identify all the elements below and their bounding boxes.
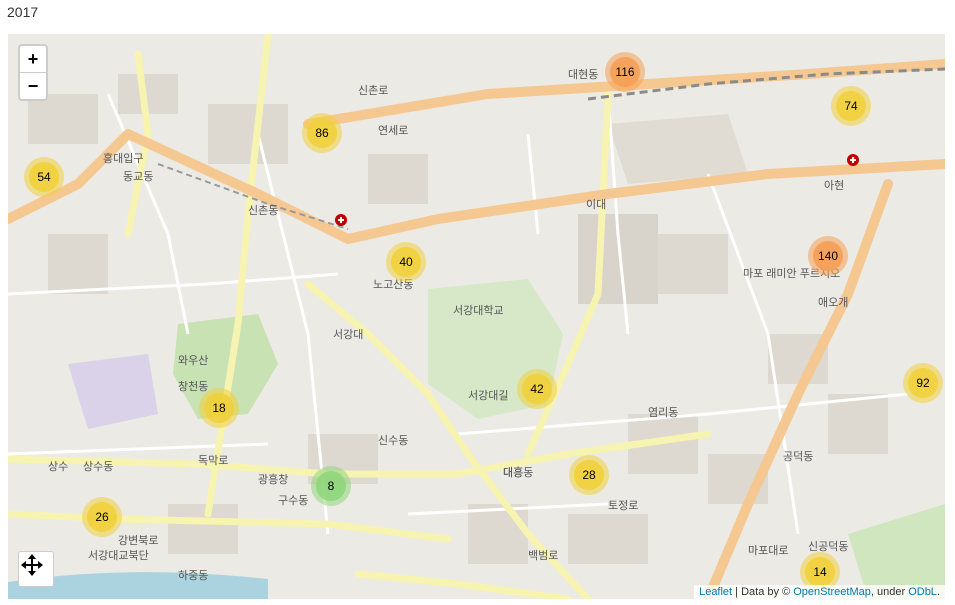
cluster-count: 74: [844, 99, 858, 113]
map-tiles: 대현동신촌로연세로신촌동홍대입구동교동이대아현노고산동서강대학교서강대창천동염리…: [8, 34, 945, 599]
move-arrows-icon: [21, 554, 43, 576]
place-label: 대현동: [568, 68, 598, 81]
place-label: 아현: [824, 179, 844, 192]
place-label: 창천동: [178, 379, 208, 393]
place-label: 애오개: [818, 296, 848, 309]
cluster-count: 116: [615, 65, 634, 79]
marker-cluster[interactable]: 40: [386, 242, 426, 282]
cluster-count: 54: [37, 170, 51, 184]
place-label: 와우산: [178, 354, 208, 367]
place-label: 공덕동: [783, 450, 813, 463]
map[interactable]: 대현동 신촌로 연세로 신촌동 홍대입구 동교동 이대 아현 노고산동 서강대학교 서강대 창천동 염리…: [8, 34, 945, 599]
place-label: 토정로: [608, 499, 638, 512]
zoom-in-button[interactable]: +: [20, 46, 46, 72]
attribution-under: , under: [870, 586, 909, 598]
place-label: 신공덕동: [808, 540, 848, 553]
place-label: 서강대학교: [453, 304, 504, 317]
cluster-count: 92: [916, 376, 930, 390]
zoom-control: + −: [18, 44, 48, 101]
openstreetmap-link[interactable]: OpenStreetMap: [793, 586, 871, 598]
place-label: 이대: [586, 198, 606, 211]
cluster-count: 18: [212, 401, 226, 415]
leaflet-link[interactable]: Leaflet: [699, 586, 732, 598]
marker-cluster[interactable]: 42: [517, 369, 557, 409]
cluster-count: 86: [315, 126, 329, 140]
marker-cluster[interactable]: 28: [569, 455, 609, 495]
cluster-count: 26: [95, 510, 109, 524]
marker-cluster[interactable]: 92: [903, 363, 943, 403]
marker-cluster[interactable]: 8: [311, 466, 351, 506]
hospital-icon: [335, 214, 347, 226]
cluster-count: 42: [530, 382, 544, 396]
place-label: 서강대: [333, 328, 363, 341]
cluster-count: 40: [399, 255, 413, 269]
place-label: 강변북로: [118, 534, 158, 547]
place-label: 신수동: [378, 434, 408, 447]
hospital-icon: [847, 154, 859, 166]
zoom-out-button[interactable]: −: [20, 72, 46, 99]
attribution-separator: | Data by ©: [732, 586, 794, 598]
place-label: 신촌동: [248, 204, 278, 217]
place-label: 신촌로: [358, 84, 388, 97]
cluster-count: 28: [582, 468, 596, 482]
marker-cluster[interactable]: 140: [808, 236, 848, 276]
place-label: 연세로: [378, 124, 408, 137]
page-title: 2017: [7, 4, 39, 20]
place-label: 상수: [48, 460, 68, 473]
place-label: 홍대입구: [103, 151, 143, 165]
marker-cluster[interactable]: 74: [831, 86, 871, 126]
marker-cluster[interactable]: 26: [82, 497, 122, 537]
marker-cluster[interactable]: 18: [199, 388, 239, 428]
marker-cluster[interactable]: 86: [302, 113, 342, 153]
place-label: 구수동: [278, 494, 308, 507]
place-label: 독막로: [198, 454, 228, 467]
place-label: 동교동: [123, 171, 153, 183]
attribution-end: .: [936, 586, 940, 598]
cluster-count: 8: [328, 479, 335, 493]
place-label: 하중동: [178, 568, 208, 582]
place-label: 광흥창: [258, 472, 288, 486]
place-label: 염리동: [648, 406, 678, 419]
place-label: 서강대길: [468, 389, 508, 402]
map-attribution: Leaflet | Data by © OpenStreetMap, under…: [694, 585, 945, 599]
marker-cluster[interactable]: 116: [605, 52, 645, 92]
marker-cluster[interactable]: 54: [24, 157, 64, 197]
move-control[interactable]: [18, 551, 54, 587]
cluster-count: 140: [818, 249, 838, 263]
cluster-count: 14: [813, 565, 827, 579]
place-label: 서강대교북단: [88, 549, 149, 562]
place-label: 마포대로: [748, 544, 788, 557]
place-label: 상수동: [83, 460, 113, 473]
odbl-link[interactable]: ODbL: [908, 586, 937, 598]
place-label: 백범로: [528, 549, 558, 562]
place-label: 대흥: [503, 465, 523, 479]
